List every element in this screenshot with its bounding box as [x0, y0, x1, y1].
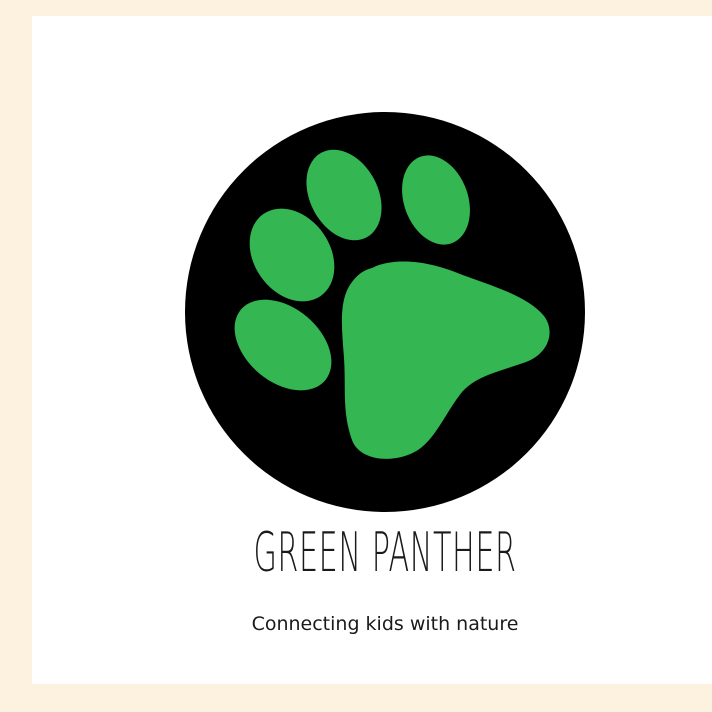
logo-mark	[185, 112, 585, 512]
tagline: Connecting kids with nature	[251, 613, 519, 635]
brand-name: GREEN PANTHER	[253, 521, 517, 584]
